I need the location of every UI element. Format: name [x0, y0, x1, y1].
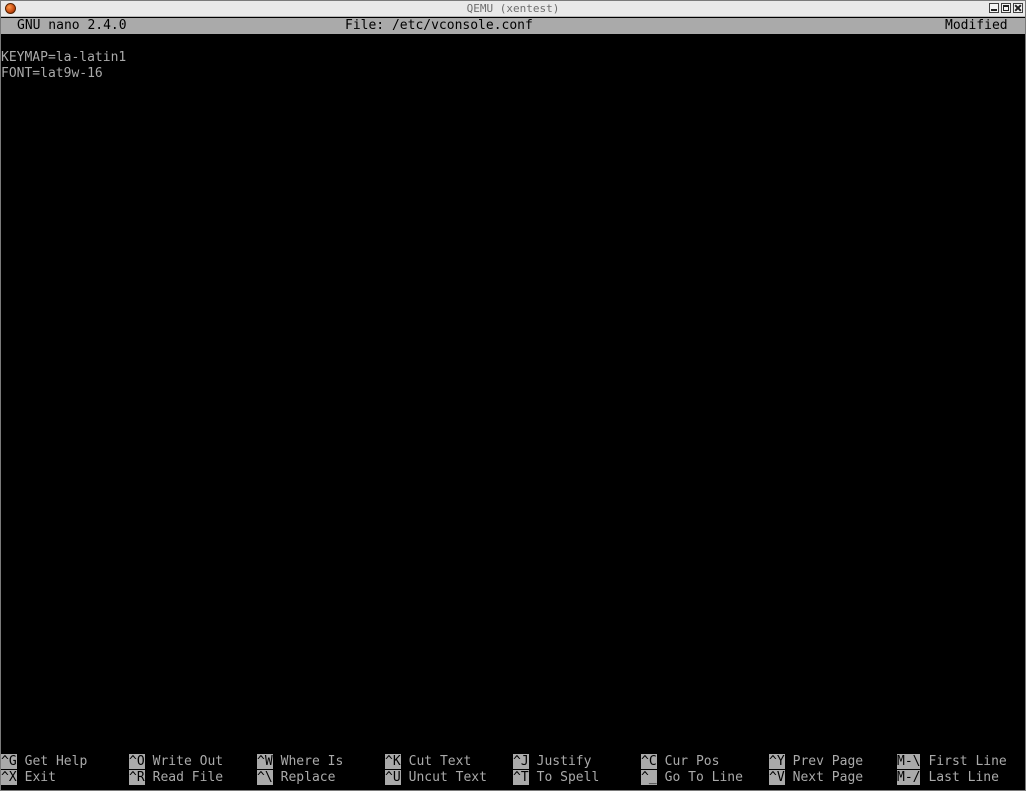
- shortcut-justify[interactable]: ^J Justify: [513, 754, 591, 770]
- window-title: QEMU (xentest): [466, 2, 560, 15]
- close-icon[interactable]: [1013, 3, 1023, 13]
- shortcut-key: ^X: [1, 770, 17, 785]
- shortcut-label: Cut Text: [408, 754, 472, 769]
- shortcut-label: Exit: [24, 770, 56, 785]
- shortcut-get-help[interactable]: ^G Get Help: [1, 754, 87, 770]
- shortcut-uncut-text[interactable]: ^U Uncut Text: [385, 770, 487, 786]
- shortcut-key: ^W: [257, 754, 273, 769]
- shortcut-key: ^G: [1, 754, 17, 769]
- nano-shortcut-bar: ^G Get Help ^O Write Out ^W Where Is ^K Cut …: [1, 754, 1025, 786]
- nano-file-name: File: /etc/vconsole.conf: [345, 18, 533, 33]
- shortcut-where-is[interactable]: ^W Where Is: [257, 754, 343, 770]
- maximize-icon[interactable]: [1001, 3, 1011, 13]
- shortcut-label: Go To Line: [664, 770, 743, 785]
- shortcut-label: Justify: [536, 754, 592, 769]
- shortcut-label: To Spell: [536, 770, 600, 785]
- shortcut-key: ^Y: [769, 754, 785, 769]
- window-controls: [989, 3, 1023, 13]
- shortcut-key: M-\: [897, 754, 921, 769]
- shortcut-key: ^_: [641, 770, 657, 785]
- nano-modified-status: Modified: [945, 18, 1008, 33]
- shortcut-last-line[interactable]: M-/ Last Line: [897, 770, 999, 786]
- shortcut-key: ^\: [257, 770, 273, 785]
- shortcut-prev-page[interactable]: ^Y Prev Page: [769, 754, 863, 770]
- shortcut-exit[interactable]: ^X Exit: [1, 770, 56, 786]
- shortcut-label: Cur Pos: [664, 754, 720, 769]
- shortcut-key: ^T: [513, 770, 529, 785]
- shortcut-key: ^O: [129, 754, 145, 769]
- shortcut-cur-pos[interactable]: ^C Cur Pos: [641, 754, 719, 770]
- nano-version: GNU nano 2.4.0: [17, 18, 127, 33]
- shortcut-label: Uncut Text: [408, 770, 487, 785]
- shortcut-write-out[interactable]: ^O Write Out: [129, 754, 223, 770]
- minimize-icon[interactable]: [989, 3, 999, 13]
- shortcut-key: M-/: [897, 770, 921, 785]
- shortcut-read-file[interactable]: ^R Read File: [129, 770, 223, 786]
- shortcut-key: ^C: [641, 754, 657, 769]
- qemu-window: QEMU (xentest) GNU nano 2.4.0 File: /etc…: [0, 0, 1026, 791]
- editor-line-2[interactable]: KEYMAP=la-latin1: [1, 50, 126, 66]
- shortcut-next-page[interactable]: ^V Next Page: [769, 770, 863, 786]
- shortcut-go-to-line[interactable]: ^_ Go To Line: [641, 770, 743, 786]
- shortcut-label: Next Page: [792, 770, 864, 785]
- shortcut-label: Write Out: [152, 754, 224, 769]
- shortcut-key: ^J: [513, 754, 529, 769]
- shortcut-label: Last Line: [928, 770, 999, 785]
- shortcut-replace[interactable]: ^\ Replace: [257, 770, 335, 786]
- terminal-screen[interactable]: GNU nano 2.4.0 File: /etc/vconsole.conf …: [1, 18, 1025, 790]
- shortcut-key: ^V: [769, 770, 785, 785]
- window-titlebar[interactable]: QEMU (xentest): [1, 1, 1025, 17]
- shortcut-label: First Line: [928, 754, 1007, 769]
- shortcut-first-line[interactable]: M-\ First Line: [897, 754, 1007, 770]
- shortcut-label: Where Is: [280, 754, 344, 769]
- shortcut-label: Read File: [152, 770, 224, 785]
- editor-line-3[interactable]: FONT=lat9w-16: [1, 66, 103, 82]
- shortcut-key: ^R: [129, 770, 145, 785]
- nano-header-bar: GNU nano 2.4.0 File: /etc/vconsole.conf …: [1, 18, 1025, 34]
- shortcut-label: Prev Page: [792, 754, 864, 769]
- shortcut-label: Replace: [280, 770, 336, 785]
- shortcut-label: Get Help: [24, 754, 88, 769]
- shortcut-cut-text[interactable]: ^K Cut Text: [385, 754, 471, 770]
- shortcut-key: ^U: [385, 770, 401, 785]
- shortcut-to-spell[interactable]: ^T To Spell: [513, 770, 599, 786]
- shortcut-key: ^K: [385, 754, 401, 769]
